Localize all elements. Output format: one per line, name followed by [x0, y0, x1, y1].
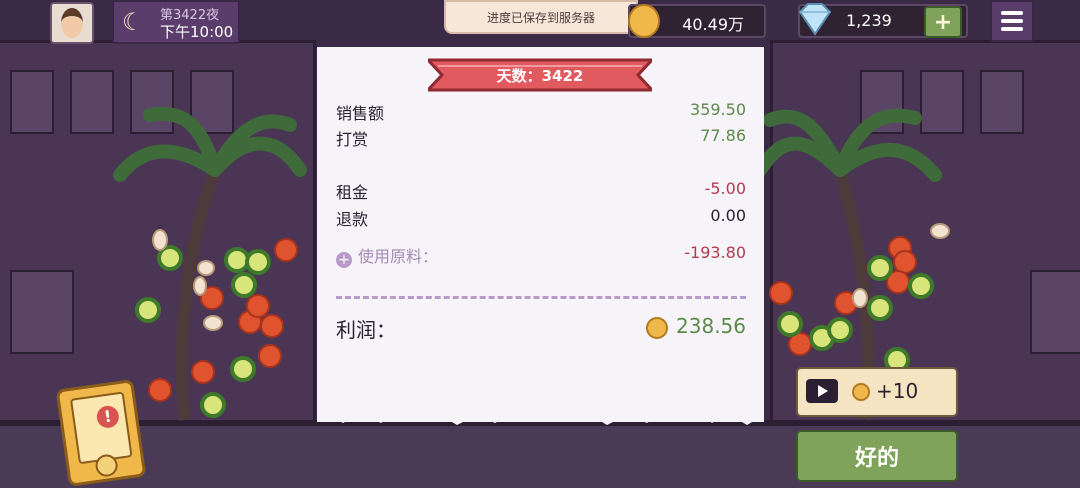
profit-value: 238.56	[676, 314, 746, 338]
receipt-row-rent: 租金 -5.00	[336, 179, 746, 203]
receipt-row-sales: 销售额 359.50	[336, 100, 746, 124]
banner-text: 天数：3422	[496, 67, 584, 85]
receipt-row-refund: 退款 0.00	[336, 206, 746, 230]
day-time-panel: ☾ 第3422夜 下午10:00	[112, 0, 240, 44]
receipt-row-tips: 打赏 77.86	[336, 126, 746, 150]
ok-button[interactable]: 好的	[796, 430, 958, 482]
row-label: 销售额	[336, 104, 385, 123]
row-label: 租金	[336, 183, 369, 202]
menu-icon-bar	[1001, 11, 1023, 15]
receipt-row-materials[interactable]: + 使用原料： -193.80	[336, 243, 746, 268]
watch-ad-button[interactable]: +10	[796, 367, 958, 417]
coin-icon	[646, 317, 668, 339]
plus-icon: +	[933, 9, 953, 35]
coin-icon	[852, 383, 870, 401]
ad-reward-value: +10	[876, 379, 919, 403]
alert-icon: !	[95, 404, 121, 430]
row-value: -193.80	[684, 243, 746, 262]
receipt-row-profit: 利润： 238.56	[336, 314, 746, 343]
gem-counter: 1,239 +	[798, 3, 968, 38]
day-banner: 天数：3422	[428, 58, 652, 92]
player-avatar[interactable]	[50, 2, 94, 44]
row-label: 使用原料：	[358, 247, 439, 266]
row-label: 打赏	[336, 130, 369, 149]
coin-icon	[628, 4, 660, 38]
profit-label: 利润：	[336, 318, 396, 342]
menu-icon-bar	[1001, 19, 1023, 23]
alert-card: !	[69, 391, 133, 465]
palm-leaves-left	[113, 106, 307, 182]
moon-icon: ☾	[122, 8, 144, 36]
row-value: -5.00	[704, 179, 746, 198]
time-label: 下午10:00	[160, 23, 234, 41]
row-label: 退款	[336, 210, 369, 229]
row-value: 359.50	[690, 100, 746, 119]
diamond-icon	[798, 3, 832, 36]
gem-value: 1,239	[846, 11, 892, 30]
add-gems-button[interactable]: +	[924, 6, 962, 38]
menu-button[interactable]	[990, 0, 1034, 42]
menu-icon-bar	[1001, 27, 1023, 31]
expand-plus-icon[interactable]: +	[336, 252, 352, 268]
alert-card-button[interactable]: !	[55, 379, 147, 487]
row-value: 77.86	[700, 126, 746, 145]
avatar-face	[61, 8, 83, 38]
receipt-torn-edge	[317, 405, 764, 425]
row-value: 0.00	[710, 206, 746, 225]
palm-leaves-right	[753, 108, 942, 182]
save-toast: 进度已保存到服务器	[444, 0, 638, 34]
receipt-divider	[336, 296, 746, 299]
coin-counter: 40.49万	[628, 4, 766, 38]
play-icon	[806, 379, 838, 403]
coin-value: 40.49万	[682, 15, 744, 34]
